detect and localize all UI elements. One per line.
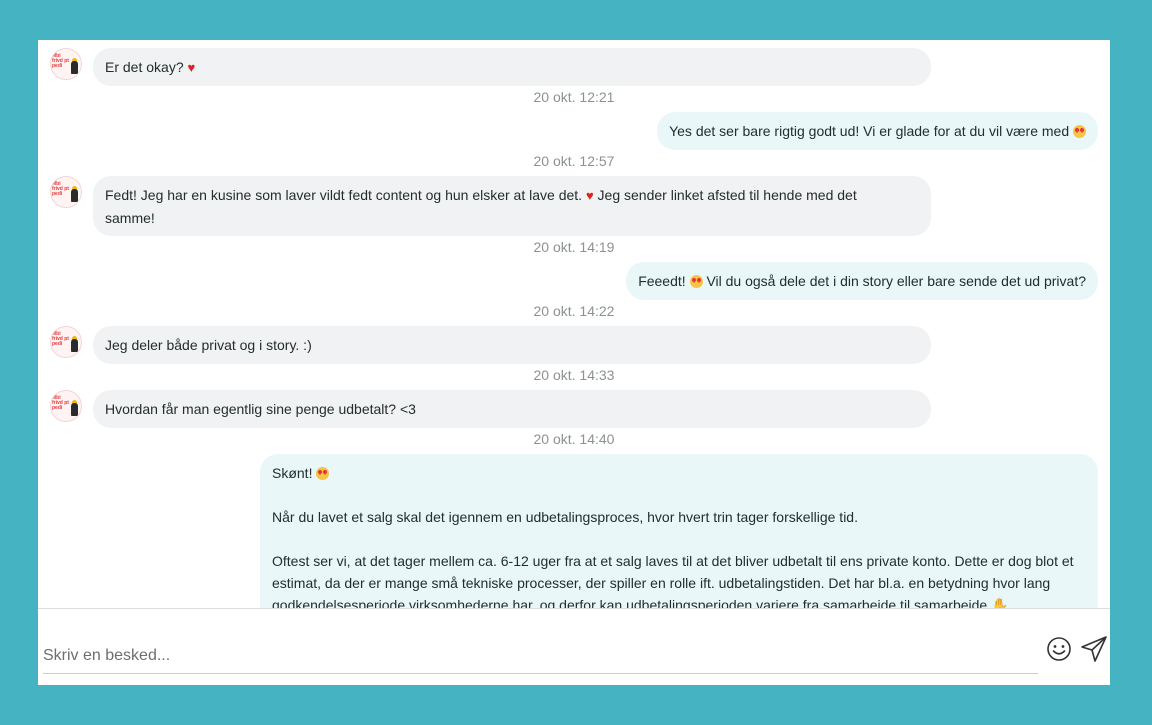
emoji-button[interactable]: [1044, 634, 1074, 664]
message-timestamp: 20 okt. 14:22: [533, 303, 615, 319]
folded-hands-emoji-icon: ✋: [991, 597, 1009, 608]
message-bubble-incoming: Er det okay? ♥: [93, 48, 931, 86]
message-timestamp: 20 okt. 12:21: [533, 89, 615, 105]
message-bubble-incoming: Hvordan får man egentlig sine penge udbe…: [93, 390, 931, 428]
avatar: Mbi frivd pt pedi: [50, 176, 82, 208]
composer-divider: [38, 608, 1110, 609]
message-timestamp: 20 okt. 14:40: [533, 431, 615, 447]
heart-eyes-emoji-icon: [316, 467, 330, 480]
message-thread[interactable]: Mbi frivd pt pedi Er det okay? ♥ 20 okt.…: [38, 40, 1110, 608]
heart-eyes-emoji-icon: [1073, 125, 1086, 138]
heart-emoji-icon: ♥: [585, 188, 594, 203]
message-bubble-incoming: Fedt! Jeg har en kusine som laver vildt …: [93, 176, 931, 236]
send-icon: [1081, 636, 1107, 662]
avatar: Mbi frivd pt pedi: [50, 326, 82, 358]
heart-eyes-emoji-icon: [689, 275, 703, 288]
smiley-icon: [1047, 637, 1071, 661]
message-timestamp: 20 okt. 12:57: [533, 153, 615, 169]
message-bubble-outgoing: Skønt! Når du lavet et salg skal det ige…: [260, 454, 1098, 608]
message-timestamp: 20 okt. 14:19: [533, 239, 615, 255]
message-bubble-outgoing: Feeedt! Vil du også dele det i din story…: [626, 262, 1098, 300]
avatar: Mbi frivd pt pedi: [50, 48, 82, 80]
heart-emoji-icon: ♥: [187, 60, 196, 75]
message-input[interactable]: [43, 638, 1038, 674]
message-bubble-outgoing: Yes det ser bare rigtig godt ud! Vi er g…: [657, 112, 1098, 150]
avatar: Mbi frivd pt pedi: [50, 390, 82, 422]
message-timestamp: 20 okt. 14:33: [533, 367, 615, 383]
chat-panel: Mbi frivd pt pedi Er det okay? ♥ 20 okt.…: [38, 40, 1110, 685]
message-bubble-incoming: Jeg deler både privat og i story. :): [93, 326, 931, 364]
send-button[interactable]: [1079, 634, 1109, 664]
